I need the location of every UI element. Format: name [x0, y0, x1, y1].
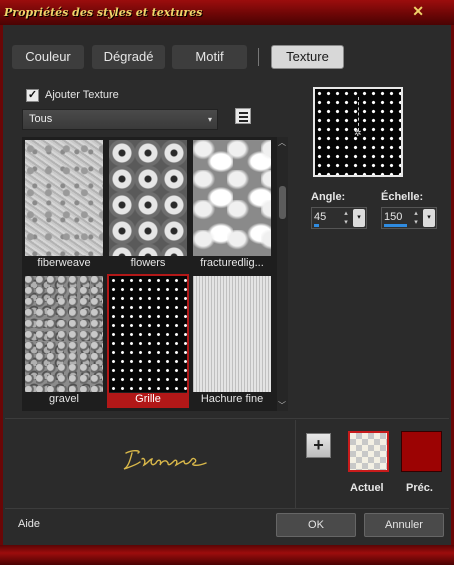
divider: [5, 508, 449, 509]
scale-level-bar: [384, 224, 407, 227]
gallery-scrollbar[interactable]: ︿ ﹀: [277, 137, 288, 411]
texture-thumbnail: [193, 140, 271, 256]
previous-swatch[interactable]: [401, 431, 442, 472]
texture-tile-fracturedlight[interactable]: fracturedlig...: [193, 140, 271, 270]
texture-gallery: fiberweave flowers fracturedlig... grave…: [22, 137, 278, 411]
scrollbar-thumb[interactable]: [279, 186, 286, 219]
ok-button[interactable]: OK: [276, 513, 356, 537]
texture-thumbnail: [109, 140, 187, 256]
scale-input[interactable]: [384, 210, 412, 224]
scale-spinner: ▴ ▾ ▾: [381, 207, 437, 229]
cancel-button[interactable]: Annuler: [364, 513, 444, 537]
texture-tile-gravel[interactable]: gravel: [25, 276, 103, 406]
list-menu-icon[interactable]: [235, 108, 251, 124]
stepper-down-icon[interactable]: ▾: [414, 219, 418, 226]
scale-dropdown-icon[interactable]: ▾: [423, 209, 435, 227]
texture-name: Hachure fine: [200, 393, 264, 405]
tab-divider: [258, 48, 259, 66]
scale-label: Échelle:: [381, 191, 424, 203]
chevron-down-icon: ▾: [207, 115, 212, 124]
tab-texture[interactable]: Texture: [271, 45, 344, 69]
texture-thumbnail: [193, 276, 271, 392]
tab-motif[interactable]: Motif: [172, 45, 247, 69]
stepper-down-icon[interactable]: ▾: [344, 219, 348, 226]
texture-tile-flowers[interactable]: flowers: [109, 140, 187, 270]
current-texture-swatch[interactable]: [348, 431, 389, 472]
angle-dropdown-icon[interactable]: ▾: [353, 209, 365, 227]
add-to-swatches-button[interactable]: +: [306, 433, 331, 458]
add-texture-label: Ajouter Texture: [45, 89, 119, 101]
texture-tile-grille[interactable]: Grille: [107, 274, 189, 408]
texture-thumbnail: [25, 140, 103, 256]
texture-name: flowers: [130, 257, 166, 269]
add-texture-checkbox[interactable]: ✓: [26, 89, 39, 102]
current-swatch-label: Actuel: [350, 482, 384, 494]
texture-name: fracturedlig...: [200, 257, 264, 269]
angle-input[interactable]: [314, 210, 342, 224]
angle-center-icon: ✲: [354, 128, 362, 138]
texture-tile-fiberweave[interactable]: fiberweave: [25, 140, 103, 270]
signature-watermark: [123, 450, 207, 470]
angle-stepper-icon[interactable]: ▴ ▾: [341, 209, 351, 227]
stepper-up-icon[interactable]: ▴: [344, 210, 348, 217]
texture-name: Grille: [109, 393, 187, 406]
texture-name: fiberweave: [37, 257, 91, 269]
title-bar: Propriétés des styles et textures ✕: [0, 0, 454, 25]
texture-tile-hachure-fine[interactable]: Hachure fine: [193, 276, 271, 406]
category-select[interactable]: Tous ▾: [22, 109, 218, 130]
texture-name: gravel: [49, 393, 79, 405]
scroll-up-icon[interactable]: ︿: [278, 137, 286, 148]
close-icon[interactable]: ✕: [412, 3, 424, 20]
divider: [5, 418, 449, 419]
help-link[interactable]: Aide: [18, 518, 40, 530]
scroll-down-icon[interactable]: ﹀: [278, 400, 286, 411]
tab-degrade[interactable]: Dégradé: [92, 45, 165, 69]
window-frame-left: [0, 25, 3, 545]
angle-needle: [358, 97, 360, 131]
texture-thumbnail: [109, 276, 187, 392]
window-frame-bottom: [0, 545, 454, 565]
stepper-up-icon[interactable]: ▴: [414, 210, 418, 217]
angle-spinner: ▴ ▾ ▾: [311, 207, 367, 229]
texture-preview[interactable]: ✲: [313, 87, 403, 177]
divider: [295, 420, 296, 508]
window-title: Propriétés des styles et textures: [4, 6, 203, 19]
angle-label: Angle:: [311, 191, 346, 203]
texture-thumbnail: [25, 276, 103, 392]
previous-swatch-label: Préc.: [406, 482, 433, 494]
tab-couleur[interactable]: Couleur: [12, 45, 84, 69]
angle-level-bar: [314, 224, 319, 227]
scale-stepper-icon[interactable]: ▴ ▾: [411, 209, 421, 227]
category-select-value: Tous: [29, 113, 53, 125]
